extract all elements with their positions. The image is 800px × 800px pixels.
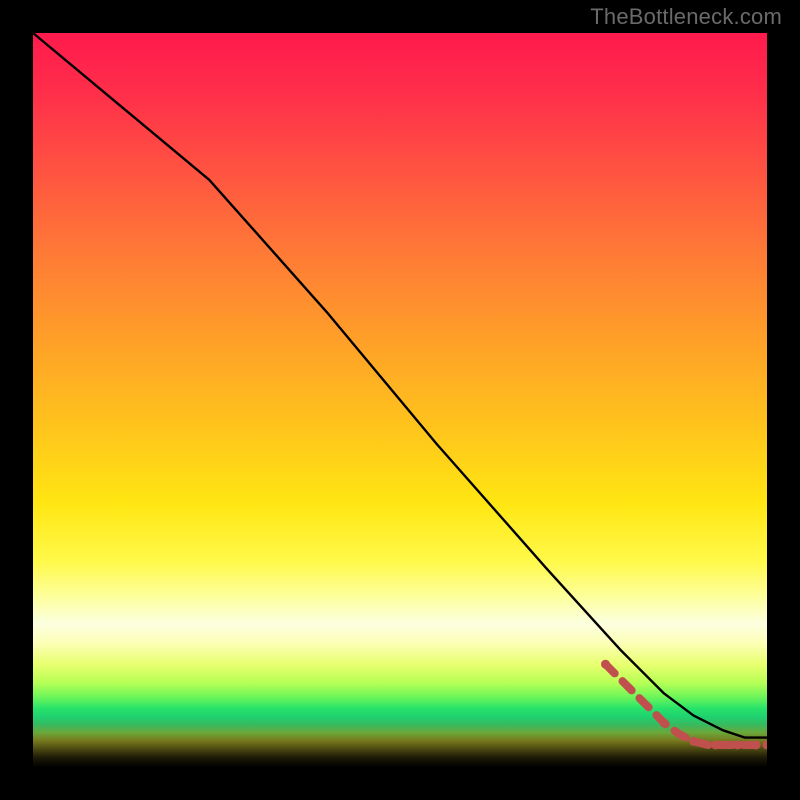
red-dot: [733, 741, 742, 750]
plot-area: [33, 33, 767, 767]
chart-svg: [33, 33, 767, 767]
black-curve: [33, 33, 767, 738]
red-dot: [763, 741, 768, 750]
watermark-label: TheBottleneck.com: [590, 4, 782, 30]
chart-frame: TheBottleneck.com: [0, 0, 800, 800]
red-dot: [752, 741, 761, 750]
red-dot: [601, 660, 610, 669]
red-dot: [689, 737, 698, 746]
red-dot: [660, 719, 669, 728]
red-dot: [711, 741, 720, 750]
